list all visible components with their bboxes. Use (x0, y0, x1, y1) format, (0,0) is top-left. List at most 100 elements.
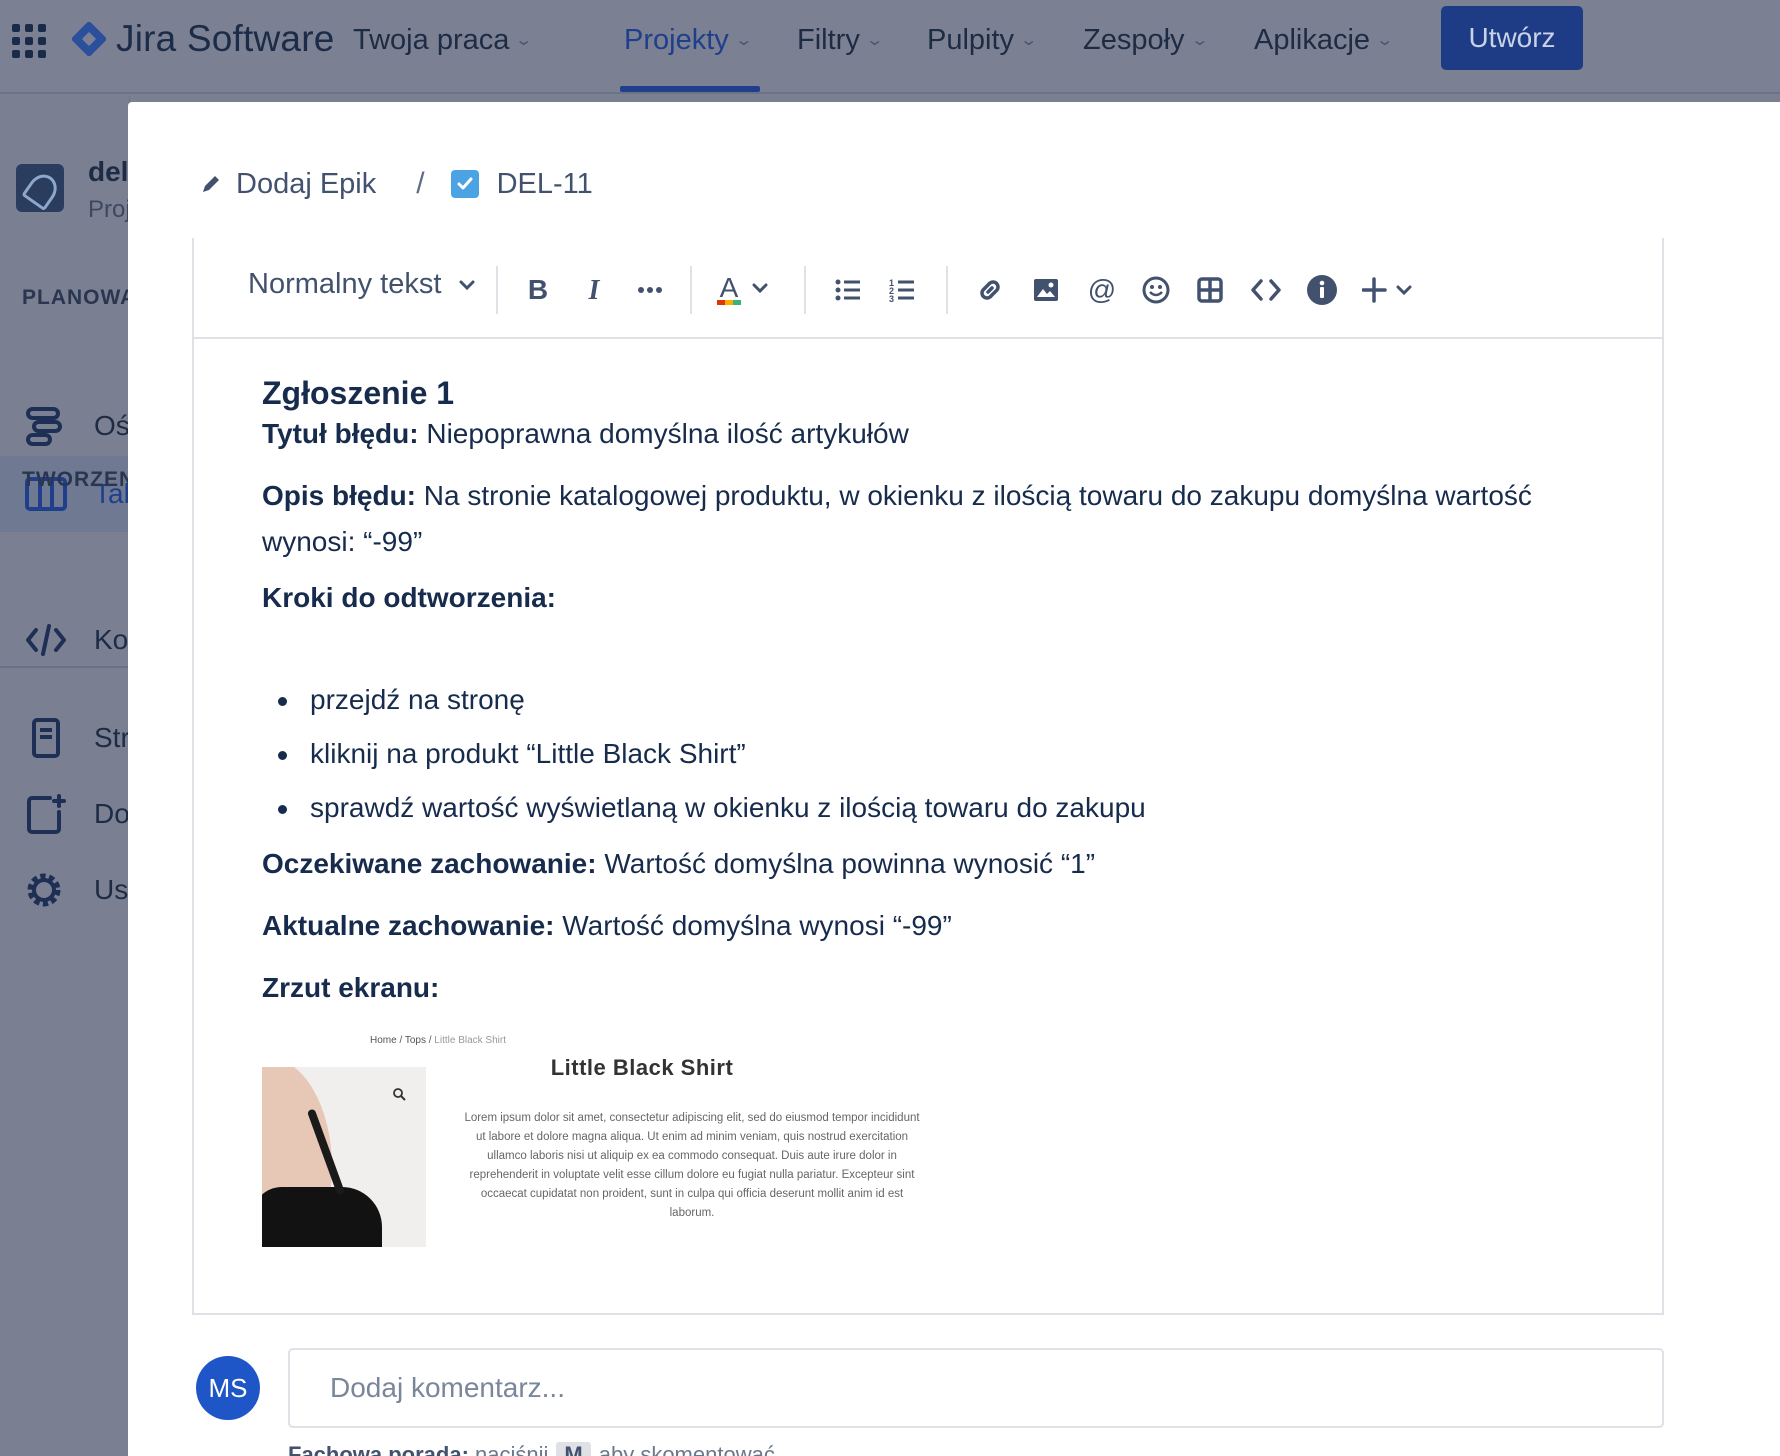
issue-key-link[interactable]: DEL-11 (497, 168, 593, 201)
create-button[interactable]: Utwórz (1441, 6, 1583, 70)
bug-description-paragraph: Opis błędu: Na stronie katalogowej produ… (262, 473, 1602, 565)
mention-button[interactable]: @ (1080, 266, 1124, 314)
issue-modal: Dodaj Epik / DEL-11 Normalny tekst B I A… (128, 102, 1780, 1456)
editor-content[interactable]: Zgłoszenie 1 Tytuł błędu: Niepoprawna do… (262, 339, 1622, 1313)
active-nav-indicator (620, 86, 760, 92)
pages-icon (32, 718, 60, 758)
steps-list: przejdź na stronę kliknij na produkt “Li… (262, 673, 1146, 835)
numbered-list-button[interactable]: 123 (880, 266, 924, 314)
screenshot-breadcrumb: Home / Tops / Little Black Shirt (370, 1035, 506, 1046)
sidebar-item-pages[interactable]: Str (0, 700, 130, 776)
tip-label: Fachowa porada: (288, 1442, 469, 1456)
sidebar-item-label: Do (94, 798, 130, 829)
nav-filtry[interactable]: Filtry ⌄ (797, 20, 884, 60)
nav-label: Zespoły (1083, 23, 1185, 56)
table-icon (1197, 277, 1223, 303)
project-sidebar: del Proj PLANOWA Oś Tal TWORZEN Ko Str D (0, 96, 136, 1456)
issue-heading: Zgłoszenie 1 (262, 375, 455, 411)
insert-more-button[interactable] (1360, 266, 1420, 314)
screenshot-heading: Zrzut ekranu: (262, 965, 1602, 1011)
emoji-button[interactable] (1134, 266, 1178, 314)
svg-text:3: 3 (889, 294, 894, 302)
app-switcher-icon[interactable] (12, 24, 46, 58)
text-style-dropdown[interactable]: Normalny tekst (248, 268, 475, 301)
bullet-list-icon (835, 279, 860, 301)
comment-input[interactable] (288, 1348, 1664, 1428)
toolbar-separator (804, 266, 806, 314)
plus-icon (1362, 277, 1412, 303)
text-color-button[interactable]: A (714, 266, 774, 314)
link-button[interactable] (968, 266, 1012, 314)
breadcrumb: Dodaj Epik / DEL-11 (200, 162, 593, 206)
expected-value: Wartość domyślna powinna wynosić “1” (596, 848, 1096, 879)
tip-text-end: aby skomentować (598, 1442, 775, 1456)
image-button[interactable] (1024, 266, 1068, 314)
info-icon (1307, 275, 1337, 305)
bullet-list-button[interactable] (826, 266, 870, 314)
italic-icon: I (588, 277, 601, 303)
italic-button[interactable]: I (572, 266, 616, 314)
screenshot-label: Zrzut ekranu: (262, 972, 440, 1003)
actual-label: Aktualne zachowanie: (262, 910, 555, 941)
code-block-button[interactable] (1244, 266, 1288, 314)
table-button[interactable] (1188, 266, 1232, 314)
gear-icon (27, 873, 61, 907)
avatar[interactable]: MS (196, 1356, 260, 1420)
svg-text:@: @ (1088, 276, 1116, 304)
actual-behavior-paragraph: Aktualne zachowanie: Wartość domyślna wy… (262, 903, 1602, 949)
add-epic-link[interactable]: Dodaj Epik (236, 168, 376, 201)
editor-toolbar: Normalny tekst B I A 1 2 3 @ (194, 238, 1662, 339)
toolbar-separator (690, 266, 692, 314)
sidebar-item-settings[interactable]: Ust (0, 852, 136, 928)
svg-text:I: I (588, 277, 601, 303)
project-avatar[interactable] (16, 164, 64, 212)
screenshot-crumb-path: Home / Tops / (370, 1035, 435, 1046)
info-panel-button[interactable] (1300, 266, 1344, 314)
nav-label: Twoja praca (353, 23, 510, 56)
steps-heading: Kroki do odtworzenia: (262, 575, 1602, 621)
chevron-down-icon: ⌄ (865, 32, 884, 49)
description-editor[interactable]: Normalny tekst B I A 1 2 3 @ Zgłoszenie … (192, 238, 1664, 1315)
sidebar-item-timeline[interactable]: Oś (0, 388, 130, 464)
chevron-down-icon: ⌄ (734, 32, 753, 49)
screenshot-crumb-current: Little Black Shirt (434, 1035, 506, 1046)
code-block-icon (1251, 279, 1281, 301)
bold-icon: B (528, 277, 548, 303)
svg-text:A: A (720, 273, 739, 303)
more-formatting-button[interactable] (628, 266, 672, 314)
list-item: kliknij na produkt “Little Black Shirt” (262, 727, 1146, 781)
emoji-icon (1142, 276, 1170, 304)
svg-text:B: B (528, 277, 548, 303)
sidebar-item-label: Oś (94, 410, 130, 441)
sidebar-item-label: Ko (94, 624, 129, 655)
bug-description-value: Na stronie katalogowej produktu, w okien… (262, 480, 1532, 557)
sidebar-item-add-shortcut[interactable]: Do (0, 776, 130, 852)
chevron-down-icon: ⌄ (1019, 32, 1039, 49)
nav-pulpity[interactable]: Pulpity ⌄ (927, 20, 1039, 60)
chevron-down-icon: ⌄ (1189, 32, 1209, 49)
nav-aplikacje[interactable]: Aplikacje ⌄ (1254, 20, 1394, 60)
expected-behavior-paragraph: Oczekiwane zachowanie: Wartość domyślna … (262, 841, 1602, 887)
product-description: Lorem ipsum dolor sit amet, consectetur … (464, 1112, 920, 1219)
timeline-icon (26, 407, 62, 446)
keyboard-shortcut: M (556, 1442, 591, 1456)
bug-title-value: Niepoprawna domyślna ilość artykułów (418, 418, 909, 449)
nav-label: Filtry (797, 23, 860, 56)
sidebar-divider (0, 666, 130, 668)
text-style-label: Normalny tekst (248, 268, 442, 300)
bold-button[interactable]: B (516, 266, 560, 314)
chevron-down-icon: ⌄ (514, 32, 534, 49)
nav-twoja-praca[interactable]: Twoja praca ⌄ (353, 20, 534, 60)
embedded-screenshot[interactable]: Home / Tops / Little Black Shirt Little … (262, 1019, 942, 1313)
nav-projekty[interactable]: Projekty ⌄ (624, 20, 753, 60)
actual-value: Wartość domyślna wynosi “-99” (554, 910, 952, 941)
more-icon (638, 287, 662, 293)
task-type-icon[interactable] (450, 170, 479, 198)
project-name[interactable]: del (88, 156, 128, 188)
tip-text: naciśnij (468, 1442, 549, 1456)
nav-label: Projekty (624, 23, 729, 56)
nav-zespoly[interactable]: Zespoły ⌄ (1083, 20, 1209, 60)
jira-logo[interactable]: Jira Software (70, 17, 335, 61)
steps-label: Kroki do odtworzenia: (262, 582, 556, 613)
top-navigation: Jira Software Twoja praca ⌄ Projekty ⌄ F… (0, 0, 1780, 94)
